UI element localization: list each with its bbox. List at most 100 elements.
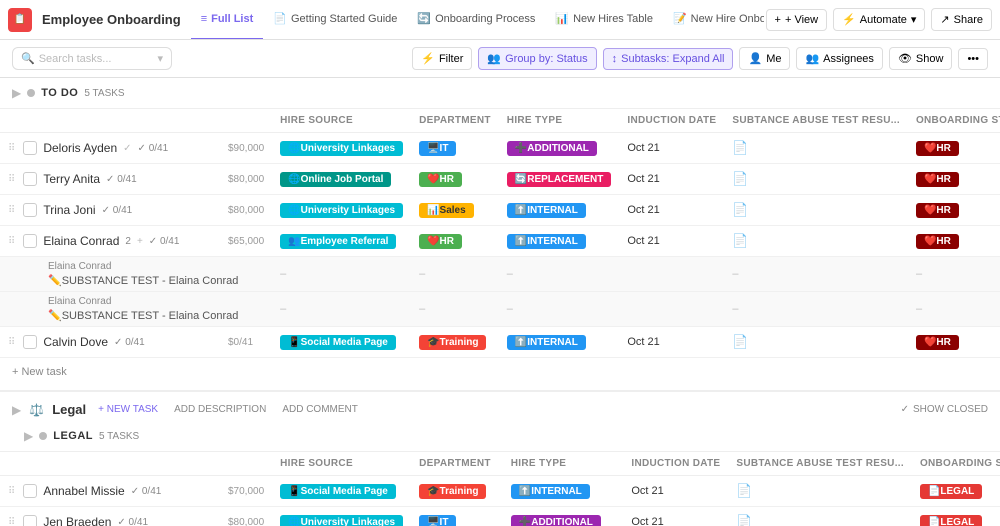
hire-type-cell[interactable]: 🔄REPLACEMENT: [499, 164, 620, 195]
hire-source-cell[interactable]: 👥Employee Referral: [272, 226, 411, 257]
add-new-task-button[interactable]: + New task: [0, 358, 1000, 386]
hire-source-cell[interactable]: 📱Social Media Page: [272, 476, 411, 507]
task-checkbox[interactable]: [23, 515, 37, 526]
substance-cell: 📄: [728, 507, 912, 526]
search-box[interactable]: 🔍 Search tasks... ▾: [12, 47, 172, 70]
hire-source-cell[interactable]: 🌐University Linkages: [272, 507, 411, 526]
hire-type-cell[interactable]: ➕ADDITIONAL: [499, 133, 620, 164]
filter-button[interactable]: ⚡ Filter: [412, 47, 472, 70]
task-name-cell[interactable]: ⠿ Deloris Ayden ✓ ✓ 0/41: [0, 133, 220, 164]
col-header-onboarding[interactable]: ONBOARDING STAGE: [908, 109, 1000, 133]
task-name-cell[interactable]: ⠿ Elaina Conrad 2+ ✓ 0/41: [0, 226, 220, 257]
subtask-empty-cell: –: [724, 257, 908, 292]
table-row: ⠿ Jen Braeden ✓ 0/41 $80,000🌐University …: [0, 507, 1000, 526]
legal-col-header-department[interactable]: DEPARTMENT: [411, 452, 503, 476]
department-cell[interactable]: ❤️HR: [411, 226, 499, 257]
tab-new-hires-table[interactable]: 📊 New Hires Table: [545, 0, 663, 40]
task-checkbox[interactable]: [23, 335, 37, 349]
department-cell[interactable]: 🎓Training: [411, 327, 499, 358]
onboarding-stage-cell[interactable]: ❤️HR: [908, 164, 1000, 195]
collapse-legal-todo-icon[interactable]: ▶: [24, 429, 33, 443]
hire-type-cell[interactable]: ⬆️INTERNAL: [499, 226, 620, 257]
group-todo-title: TO DO: [41, 87, 78, 99]
add-desc-button[interactable]: ADD DESCRIPTION: [170, 402, 270, 417]
hire-source-cell[interactable]: 🌐University Linkages: [272, 133, 411, 164]
subtask-name-cell[interactable]: Elaina Conrad ✏️SUBSTANCE TEST - Elaina …: [0, 257, 272, 292]
search-chevron: ▾: [157, 52, 163, 65]
col-header-hire-source[interactable]: HIRE SOURCE: [272, 109, 411, 133]
share-button[interactable]: ↗ Share: [931, 8, 992, 31]
hire-source-cell[interactable]: 🌐Online Job Portal: [272, 164, 411, 195]
subtask-empty-cell: –: [908, 292, 1000, 327]
task-checkbox[interactable]: [23, 203, 37, 217]
col-header-induction[interactable]: INDUCTION DATE: [619, 109, 724, 133]
add-comment-button[interactable]: ADD COMMENT: [278, 402, 362, 417]
collapse-icon[interactable]: ▶: [12, 86, 21, 100]
onboarding-stage-cell[interactable]: ❤️HR: [908, 195, 1000, 226]
legal-col-header-hire-source[interactable]: HIRE SOURCE: [272, 452, 411, 476]
add-task-legal-button[interactable]: + NEW TASK: [94, 402, 162, 417]
task-name-cell[interactable]: ⠿ Annabel Missie ✓ 0/41: [0, 476, 220, 507]
hire-type-cell[interactable]: ➕ADDITIONAL: [503, 507, 624, 526]
subtasks-button[interactable]: ↕ Subtasks: Expand All: [603, 48, 734, 70]
onboarding-stage-cell[interactable]: ❤️HR: [908, 327, 1000, 358]
hire-type-cell[interactable]: ⬆️INTERNAL: [499, 195, 620, 226]
file-icon: 📄: [732, 334, 748, 349]
me-button[interactable]: 👤 Me: [739, 47, 790, 70]
department-cell[interactable]: 🖥️IT: [411, 133, 499, 164]
col-header-department[interactable]: DEPARTMENT: [411, 109, 499, 133]
legal-col-header-substance[interactable]: SUBTANCE ABUSE TEST RESU...: [728, 452, 912, 476]
col-header-hire-type[interactable]: HIRE TYPE: [499, 109, 620, 133]
add-subtask-icon[interactable]: +: [137, 236, 143, 247]
onboarding-stage-tag: ❤️HR: [916, 234, 959, 249]
induction-date-cell: Oct 21: [623, 507, 728, 526]
todo-table-container: HIRE SOURCE DEPARTMENT HIRE TYPE INDUCTI…: [0, 109, 1000, 358]
tab-new-hire-form[interactable]: 📝 New Hire Onboarding Form: [663, 0, 764, 40]
onboarding-stage-cell[interactable]: 📄LEGAL: [912, 476, 1000, 507]
expand-subtask-icon[interactable]: 2: [125, 236, 131, 247]
col-header-substance[interactable]: SUBTANCE ABUSE TEST RESU...: [724, 109, 908, 133]
task-name-cell[interactable]: ⠿ Calvin Dove ✓ 0/41: [0, 327, 220, 358]
filter-icon: ⚡: [421, 52, 435, 65]
add-view-button[interactable]: + + View: [766, 9, 828, 31]
show-closed-button[interactable]: ✓ SHOW CLOSED: [901, 404, 988, 415]
legal-group-header: ▶ ⚖️ Legal + NEW TASK ADD DESCRIPTION AD…: [0, 392, 1000, 421]
assignees-button[interactable]: 👥 Assignees: [796, 47, 882, 70]
task-checkbox[interactable]: [23, 234, 37, 248]
hire-source-cell[interactable]: 📱Social Media Page: [272, 327, 411, 358]
hire-type-tag: ⬆️INTERNAL: [507, 335, 586, 350]
show-button[interactable]: 👁 Show: [889, 47, 953, 70]
task-name-cell[interactable]: ⠿ Jen Braeden ✓ 0/41: [0, 507, 220, 526]
tab-getting-started[interactable]: 📄 Getting Started Guide: [263, 0, 407, 40]
task-name-cell[interactable]: ⠿ Trina Joni ✓ 0/41: [0, 195, 220, 226]
department-cell[interactable]: 🎓Training: [411, 476, 503, 507]
task-checkbox[interactable]: [23, 484, 37, 498]
subtask-name-cell[interactable]: Elaina Conrad ✏️SUBSTANCE TEST - Elaina …: [0, 292, 272, 327]
department-cell[interactable]: 🖥️IT: [411, 507, 503, 526]
tab-full-list[interactable]: ≡ Full List: [191, 0, 264, 40]
tab-onboarding-process[interactable]: 🔄 Onboarding Process: [407, 0, 545, 40]
legal-col-header-hire-type[interactable]: HIRE TYPE: [503, 452, 624, 476]
hire-source-cell[interactable]: 🌐University Linkages: [272, 195, 411, 226]
onboarding-stage-tag: ❤️HR: [916, 335, 959, 350]
group-todo-header: ▶ TO DO 5 TASKS: [0, 78, 1000, 109]
amount-cell: $65,000: [220, 226, 272, 257]
more-options-button[interactable]: •••: [958, 48, 988, 70]
department-cell[interactable]: ❤️HR: [411, 164, 499, 195]
department-cell[interactable]: 📊Sales: [411, 195, 499, 226]
hire-type-cell[interactable]: ⬆️INTERNAL: [503, 476, 624, 507]
task-checkbox[interactable]: [23, 141, 37, 155]
onboarding-stage-cell[interactable]: ❤️HR: [908, 226, 1000, 257]
hire-type-cell[interactable]: ⬆️INTERNAL: [499, 327, 620, 358]
legal-col-header-induction[interactable]: INDUCTION DATE: [623, 452, 728, 476]
onboarding-stage-cell[interactable]: ❤️HR: [908, 133, 1000, 164]
legal-col-header-onboarding[interactable]: ONBOARDING STAGE: [912, 452, 1000, 476]
onboarding-stage-cell[interactable]: 📄LEGAL: [912, 507, 1000, 526]
top-navigation: 📋 Employee Onboarding ≡ Full List 📄 Gett…: [0, 0, 1000, 40]
department-tag: ❤️HR: [419, 172, 462, 187]
collapse-legal-icon[interactable]: ▶: [12, 403, 21, 417]
automate-button[interactable]: ⚡ Automate ▾: [833, 8, 925, 31]
task-name-cell[interactable]: ⠿ Terry Anita ✓ 0/41: [0, 164, 220, 195]
task-checkbox[interactable]: [23, 172, 37, 186]
group-by-button[interactable]: 👥 Group by: Status: [478, 47, 596, 70]
